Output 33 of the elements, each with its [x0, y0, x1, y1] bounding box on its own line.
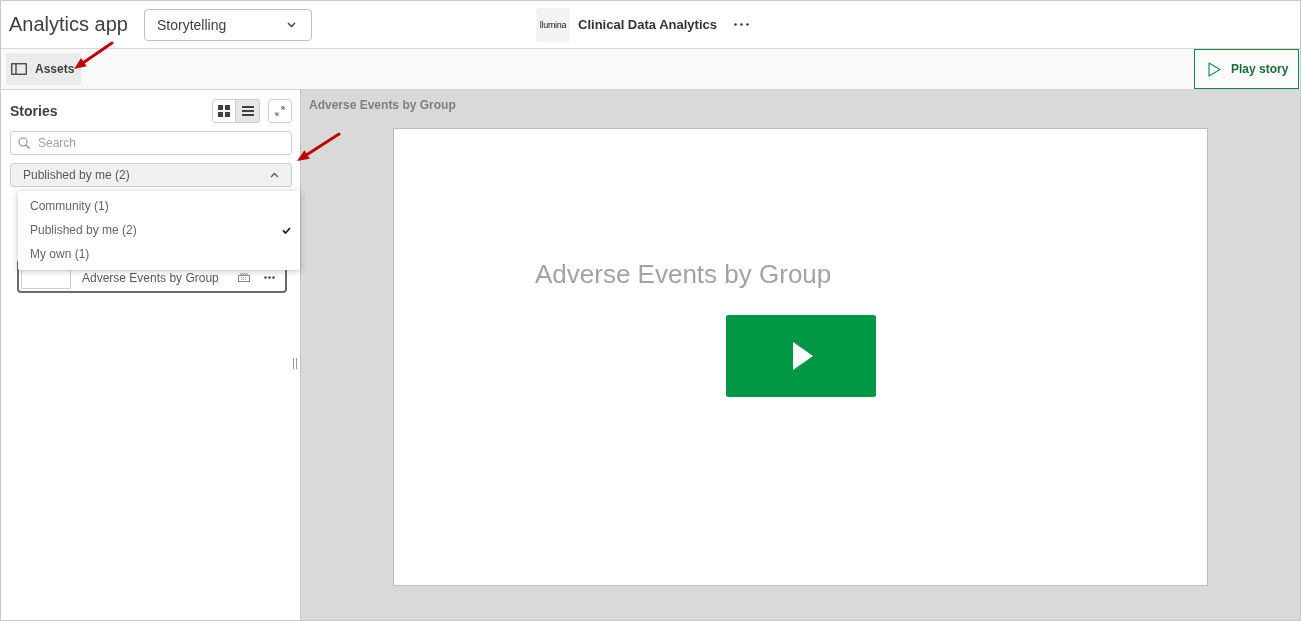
caret-up-icon [270, 172, 279, 178]
more-button[interactable] [264, 276, 275, 279]
mode-select[interactable]: Storytelling [143, 8, 312, 41]
play-button[interactable] [725, 315, 876, 397]
app-title: Analytics app [9, 13, 128, 36]
slide-title: Adverse Events by Group [535, 259, 833, 289]
play-icon [1208, 61, 1221, 77]
more-icon [264, 276, 275, 279]
filter-dropdown[interactable]: Published by me (2) [10, 163, 292, 187]
play-story-button[interactable]: Play story [1194, 49, 1299, 89]
panel-title: Stories [10, 102, 59, 119]
app-name: Clinical Data Analytics [578, 17, 717, 32]
annotation-arrow [72, 41, 114, 71]
resize-grip-icon[interactable] [293, 358, 297, 369]
more-icon [734, 23, 749, 26]
logo-text: llumina [539, 19, 567, 30]
play-icon [792, 342, 813, 370]
slides-icon [238, 273, 250, 282]
story-title: Adverse Events by Group [309, 98, 457, 112]
search-icon [18, 137, 30, 149]
chevron-down-icon [286, 21, 296, 28]
list-view-icon [241, 105, 254, 116]
filter-option[interactable]: Community (1) [18, 194, 300, 218]
side-panel-icon [11, 63, 27, 75]
search-field[interactable]: Search [10, 131, 292, 155]
grid-view-icon [218, 104, 230, 117]
annotation-arrow [295, 132, 341, 163]
view-toggle-button[interactable] [212, 98, 236, 123]
story-title: Adverse Events by Group [82, 271, 220, 285]
filter-option[interactable]: Published by me (2) [18, 218, 300, 242]
expand-icon [275, 105, 285, 116]
assets-button[interactable]: Assets [6, 53, 82, 85]
view-toggle-button[interactable] [236, 98, 260, 123]
